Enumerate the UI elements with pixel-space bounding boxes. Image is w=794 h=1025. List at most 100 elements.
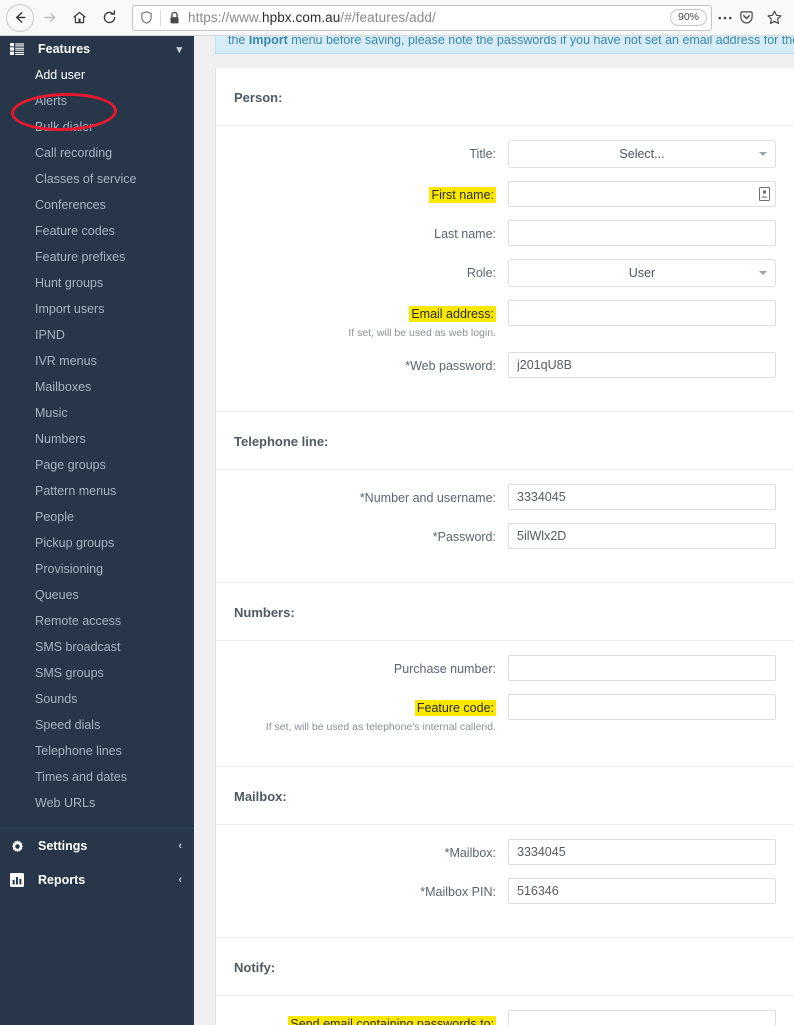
- sidebar-item-pickup-groups[interactable]: Pickup groups: [0, 530, 194, 556]
- feature-code-help-text: If set, will be used as telephone's inte…: [265, 721, 496, 733]
- sidebar-item-feature-prefixes[interactable]: Feature prefixes: [0, 244, 194, 270]
- sidebar-item-conferences[interactable]: Conferences: [0, 192, 194, 218]
- section-body-notify: Send email containing passwords to: Sepa…: [216, 996, 794, 1025]
- line-password-label: *Password:: [432, 530, 496, 544]
- chevron-down-icon[interactable]: ▾: [176, 43, 182, 56]
- sidebar-item-page-groups[interactable]: Page groups: [0, 452, 194, 478]
- mailbox-pin-label: *Mailbox PIN:: [420, 885, 496, 899]
- sidebar-group-features[interactable]: Features ▾: [0, 36, 194, 62]
- sidebar-item-reports[interactable]: Reports ‹: [0, 863, 194, 897]
- first-name-input[interactable]: [508, 181, 776, 207]
- chevron-down-icon: [759, 271, 767, 275]
- chevron-left-icon[interactable]: ‹: [178, 840, 182, 852]
- pocket-icon[interactable]: [732, 4, 760, 32]
- sidebar-item-settings[interactable]: Settings ‹: [0, 829, 194, 863]
- sidebar-item-label: IPND: [35, 328, 65, 342]
- sidebar-item-label: Page groups: [35, 458, 106, 472]
- address-bar[interactable]: https://www.hpbx.com.au/#/features/add/ …: [132, 4, 712, 31]
- field-row-mailbox: *Mailbox: 3334045: [216, 839, 794, 865]
- shield-icon[interactable]: [139, 10, 160, 25]
- home-icon[interactable]: [64, 3, 94, 33]
- sidebar-item-label: Speed dials: [35, 718, 101, 732]
- number-username-input[interactable]: 3334045: [508, 484, 776, 510]
- sidebar-lower-groups: Settings ‹ Reports ‹: [0, 828, 194, 897]
- sidebar-item-pattern-menus[interactable]: Pattern menus: [0, 478, 194, 504]
- field-row-role: Role: User: [216, 259, 794, 287]
- field-row-number-username: *Number and username: 3334045: [216, 484, 794, 510]
- role-select[interactable]: User: [508, 259, 776, 287]
- section-heading-numbers: Numbers:: [216, 583, 794, 641]
- section-heading-person: Person:: [216, 68, 794, 126]
- forward-arrow-icon[interactable]: [34, 3, 64, 33]
- mailbox-pin-value: 516346: [517, 884, 559, 898]
- sidebar-item-ivr-menus[interactable]: IVR menus: [0, 348, 194, 374]
- contact-card-icon[interactable]: [758, 186, 770, 202]
- title-label: Title:: [469, 147, 496, 161]
- sidebar-item-music[interactable]: Music: [0, 400, 194, 426]
- email-label: Email address:: [409, 306, 496, 322]
- last-name-input[interactable]: [508, 220, 776, 246]
- zoom-level-badge[interactable]: 90%: [669, 9, 707, 26]
- mailbox-input[interactable]: 3334045: [508, 839, 776, 865]
- purchase-number-input[interactable]: [508, 655, 776, 681]
- field-row-email: Email address: If set, will be used as w…: [216, 300, 794, 339]
- chevron-left-icon[interactable]: ‹: [178, 874, 182, 886]
- sidebar-item-numbers[interactable]: Numbers: [0, 426, 194, 452]
- sidebar-item-label: Classes of service: [35, 172, 137, 186]
- sidebar-item-sms-broadcast[interactable]: SMS broadcast: [0, 634, 194, 660]
- mailbox-value: 3334045: [517, 845, 566, 859]
- sidebar-item-label: Conferences: [35, 198, 106, 212]
- sidebar-item-classes-of-service[interactable]: Classes of service: [0, 166, 194, 192]
- title-select[interactable]: Select...: [508, 140, 776, 168]
- sidebar-item-queues[interactable]: Queues: [0, 582, 194, 608]
- sidebar-item-provisioning[interactable]: Provisioning: [0, 556, 194, 582]
- sidebar-item-ipnd[interactable]: IPND: [0, 322, 194, 348]
- email-input[interactable]: [508, 300, 776, 326]
- sidebar-item-remote-access[interactable]: Remote access: [0, 608, 194, 634]
- sidebar-item-telephone-lines[interactable]: Telephone lines: [0, 738, 194, 764]
- kebab-menu-icon[interactable]: [718, 4, 732, 32]
- send-email-input[interactable]: [508, 1010, 776, 1025]
- sidebar-item-sms-groups[interactable]: SMS groups: [0, 660, 194, 686]
- gear-icon: [10, 839, 28, 854]
- sidebar-item-mailboxes[interactable]: Mailboxes: [0, 374, 194, 400]
- sidebar-item-sounds[interactable]: Sounds: [0, 686, 194, 712]
- sidebar-item-alerts[interactable]: Alerts: [0, 88, 194, 114]
- line-password-input[interactable]: 5ilWlx2D: [508, 523, 776, 549]
- sidebar-item-add-user[interactable]: Add user: [0, 62, 194, 88]
- line-password-value: 5ilWlx2D: [517, 529, 567, 543]
- sidebar-item-hunt-groups[interactable]: Hunt groups: [0, 270, 194, 296]
- sidebar-item-times-and-dates[interactable]: Times and dates: [0, 764, 194, 790]
- sidebar-item-feature-codes[interactable]: Feature codes: [0, 218, 194, 244]
- sidebar-item-label: Alerts: [35, 94, 67, 108]
- email-help-text: If set, will be used as web login.: [348, 327, 496, 339]
- lock-icon[interactable]: [168, 11, 188, 25]
- sidebar-item-label: Hunt groups: [35, 276, 104, 290]
- back-arrow-icon[interactable]: [6, 3, 34, 32]
- sidebar-item-label: Pickup groups: [35, 536, 115, 550]
- sidebar-item-call-recording[interactable]: Call recording: [0, 140, 194, 166]
- sidebar-item-label: SMS groups: [35, 666, 104, 680]
- web-password-input[interactable]: j201qU8B: [508, 352, 776, 378]
- reload-icon[interactable]: [94, 3, 124, 33]
- sidebar: Features ▾ Add user Alerts Bulk dialer Call…: [0, 36, 194, 1025]
- field-row-last-name: Last name:: [216, 220, 794, 246]
- sidebar-item-bulk-dialer[interactable]: Bulk dialer: [0, 114, 194, 140]
- feature-code-input[interactable]: [508, 694, 776, 720]
- sidebar-item-import-users[interactable]: Import users: [0, 296, 194, 322]
- sidebar-item-label: Feature codes: [35, 224, 115, 238]
- mailbox-pin-input[interactable]: 516346: [508, 878, 776, 904]
- add-user-form-card: Person: Title: Select... First name: Las…: [215, 68, 794, 1025]
- sidebar-item-label: Feature prefixes: [35, 250, 126, 264]
- sidebar-group-label: Features: [38, 42, 91, 56]
- url-text[interactable]: https://www.hpbx.com.au/#/features/add/: [188, 10, 664, 25]
- star-icon[interactable]: [760, 4, 788, 32]
- sidebar-item-people[interactable]: People: [0, 504, 194, 530]
- sidebar-item-label: Times and dates: [35, 770, 127, 784]
- number-username-label: *Number and username:: [359, 491, 496, 505]
- sidebar-item-web-urls[interactable]: Web URLs: [0, 790, 194, 816]
- sidebar-item-speed-dials[interactable]: Speed dials: [0, 712, 194, 738]
- sidebar-item-label: Bulk dialer: [35, 120, 94, 134]
- sidebar-item-label: People: [35, 510, 74, 524]
- send-email-label: Send email containing passwords to:: [288, 1016, 496, 1025]
